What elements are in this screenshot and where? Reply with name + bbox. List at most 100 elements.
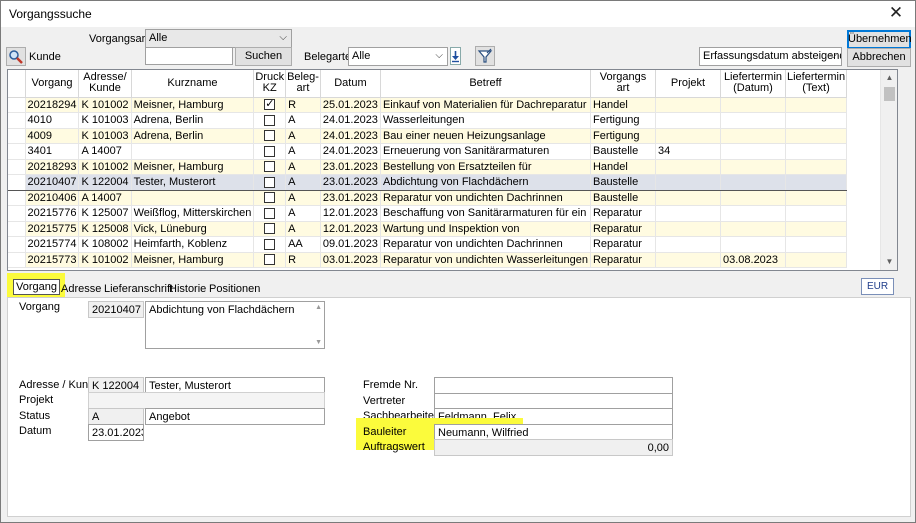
cell-kunde: K 101002: [78, 252, 132, 268]
cell-vorgang: 20215774: [25, 236, 80, 253]
col-header[interactable]: Liefertermin (Datum): [720, 70, 786, 98]
vorgang-label: Vorgang: [19, 301, 60, 313]
cell-lt-datum: [720, 221, 786, 237]
cell-datum: 24.01.2023: [320, 128, 381, 144]
druck-checkbox[interactable]: [264, 130, 276, 142]
status-text-field[interactable]: Angebot: [145, 408, 325, 425]
cell-lt-text: [785, 252, 848, 268]
col-header[interactable]: Beleg-art: [285, 70, 321, 98]
row-indicator[interactable]: [8, 128, 26, 144]
customer-search-button[interactable]: [6, 47, 26, 66]
uebernehmen-button[interactable]: Übernehmen: [847, 30, 912, 49]
scroll-down-icon[interactable]: ▼: [881, 254, 897, 270]
druck-checkbox[interactable]: [264, 145, 276, 157]
table-row[interactable]: 20215773 K 101002 Meisner, Hamburg R 03.01.2…: [8, 252, 848, 268]
col-header[interactable]: Kurzname: [131, 70, 255, 98]
vorgangsart-select[interactable]: Alle ⌵: [145, 29, 292, 48]
table-row[interactable]: 20218293 K 101002 Meisner, Hamburg A 23.01.2…: [8, 159, 848, 175]
table-row[interactable]: 20215775 K 125008 Vick, Lüneburg A 12.01.202…: [8, 221, 848, 237]
druck-checkbox[interactable]: [264, 223, 276, 235]
cell-betreff: Erneuerung von Sanitärarmaturen: [380, 143, 591, 160]
vorgang-field: 20210407: [88, 301, 144, 318]
sort-select[interactable]: Erfassungsdatum absteigend ⌵: [699, 47, 842, 66]
cell-druck[interactable]: [253, 174, 287, 191]
col-header[interactable]: Betreff: [380, 70, 591, 98]
druck-checkbox[interactable]: [264, 254, 276, 266]
cell-druck[interactable]: [253, 159, 287, 175]
row-indicator-header: [8, 70, 26, 98]
cell-kurzname: Adrena, Berlin: [131, 128, 255, 144]
cell-druck[interactable]: [253, 205, 287, 222]
scroll-up-icon[interactable]: ▲: [315, 304, 322, 311]
cell-art: Fertigung: [590, 128, 656, 144]
row-indicator[interactable]: [8, 174, 26, 191]
druck-checkbox[interactable]: [264, 176, 276, 188]
cell-projekt: [655, 112, 721, 129]
fremde-nr-field[interactable]: [434, 377, 673, 394]
kunde-input[interactable]: [145, 47, 233, 65]
druck-checkbox[interactable]: [264, 97, 276, 111]
druck-checkbox[interactable]: [264, 238, 276, 250]
grid-scrollbar[interactable]: ▲ ▼: [880, 70, 897, 270]
cell-projekt: [655, 190, 721, 206]
druck-checkbox[interactable]: [264, 207, 276, 219]
col-header[interactable]: Adresse/ Kunde: [78, 70, 132, 98]
tab-vorgang[interactable]: Vorgang: [13, 279, 60, 297]
cell-druck[interactable]: [253, 112, 287, 129]
table-row[interactable]: 4009 K 101003 Adrena, Berlin A 24.01.2023 Bau…: [8, 128, 848, 144]
col-header[interactable]: Vorgangs art: [590, 70, 656, 98]
table-row[interactable]: 20215774 K 108002 Heimfarth, Koblenz AA 09.0…: [8, 236, 848, 253]
datum-field[interactable]: 23.01.2023: [88, 424, 144, 441]
belegarten-download-button[interactable]: [450, 47, 461, 65]
scroll-up-icon[interactable]: ▲: [881, 70, 897, 86]
row-indicator[interactable]: [8, 252, 26, 268]
druck-checkbox[interactable]: [264, 161, 276, 173]
cell-druck[interactable]: [253, 221, 287, 237]
row-indicator[interactable]: [8, 97, 26, 113]
cell-beleg: A: [285, 128, 321, 144]
druck-checkbox[interactable]: [264, 192, 276, 204]
druck-checkbox[interactable]: [264, 114, 276, 126]
scroll-thumb[interactable]: [884, 87, 895, 101]
cell-beleg: A: [285, 112, 321, 129]
col-header[interactable]: Liefertermin (Text): [785, 70, 848, 98]
row-indicator[interactable]: [8, 190, 26, 206]
cell-beleg: R: [285, 97, 321, 113]
cell-kunde: K 125007: [78, 205, 132, 222]
cell-druck[interactable]: [253, 190, 287, 206]
cell-druck[interactable]: [253, 143, 287, 160]
cell-lt-text: [785, 236, 848, 253]
abbrechen-button[interactable]: Abbrechen: [847, 48, 911, 67]
table-row[interactable]: 20218294K 101002Meisner, Hamburg R25.01.2…: [8, 97, 848, 113]
close-icon[interactable]: ✕: [887, 3, 905, 23]
filter-button[interactable]: [475, 46, 495, 66]
table-row[interactable]: 20210407 K 122004 Tester, Musterort A 23.01.…: [8, 174, 848, 191]
filter-icon: [477, 48, 493, 63]
scroll-down-icon[interactable]: ▼: [315, 339, 322, 346]
suchen-button[interactable]: Suchen: [235, 47, 292, 66]
row-indicator[interactable]: [8, 205, 26, 222]
table-row[interactable]: 4010 K 101003 Adrena, Berlin A 24.01.2023 Was…: [8, 112, 848, 129]
cell-vorgang: 20218293: [25, 159, 80, 175]
table-row[interactable]: 20210406 A 14007 A 23.01.2023 Reparatur von …: [8, 190, 848, 206]
cell-vorgang: 20215776: [25, 205, 80, 222]
col-header[interactable]: Druck KZ: [253, 70, 287, 98]
row-indicator[interactable]: [8, 159, 26, 175]
cell-druck[interactable]: [253, 128, 287, 144]
row-indicator[interactable]: [8, 143, 26, 160]
belegarten-select[interactable]: Alle ⌵: [348, 47, 448, 66]
betreff-textarea[interactable]: Abdichtung von Flachdächern ▲ ▼: [145, 301, 325, 349]
col-header[interactable]: Datum: [320, 70, 381, 98]
window-title: Vorgangssuche: [9, 7, 92, 21]
cell-druck[interactable]: [253, 252, 287, 268]
col-header[interactable]: Vorgang: [25, 70, 80, 98]
cell-art: Baustelle: [590, 174, 656, 191]
cell-druck[interactable]: [253, 97, 287, 113]
table-row[interactable]: 3401 A 14007 A 24.01.2023 Erneuerung von San…: [8, 143, 848, 160]
row-indicator[interactable]: [8, 112, 26, 129]
cell-druck[interactable]: [253, 236, 287, 253]
table-row[interactable]: 20215776 K 125007 Weißflog, Mitterskirchen…: [8, 205, 848, 222]
row-indicator[interactable]: [8, 221, 26, 237]
row-indicator[interactable]: [8, 236, 26, 253]
col-header[interactable]: Projekt: [655, 70, 721, 98]
